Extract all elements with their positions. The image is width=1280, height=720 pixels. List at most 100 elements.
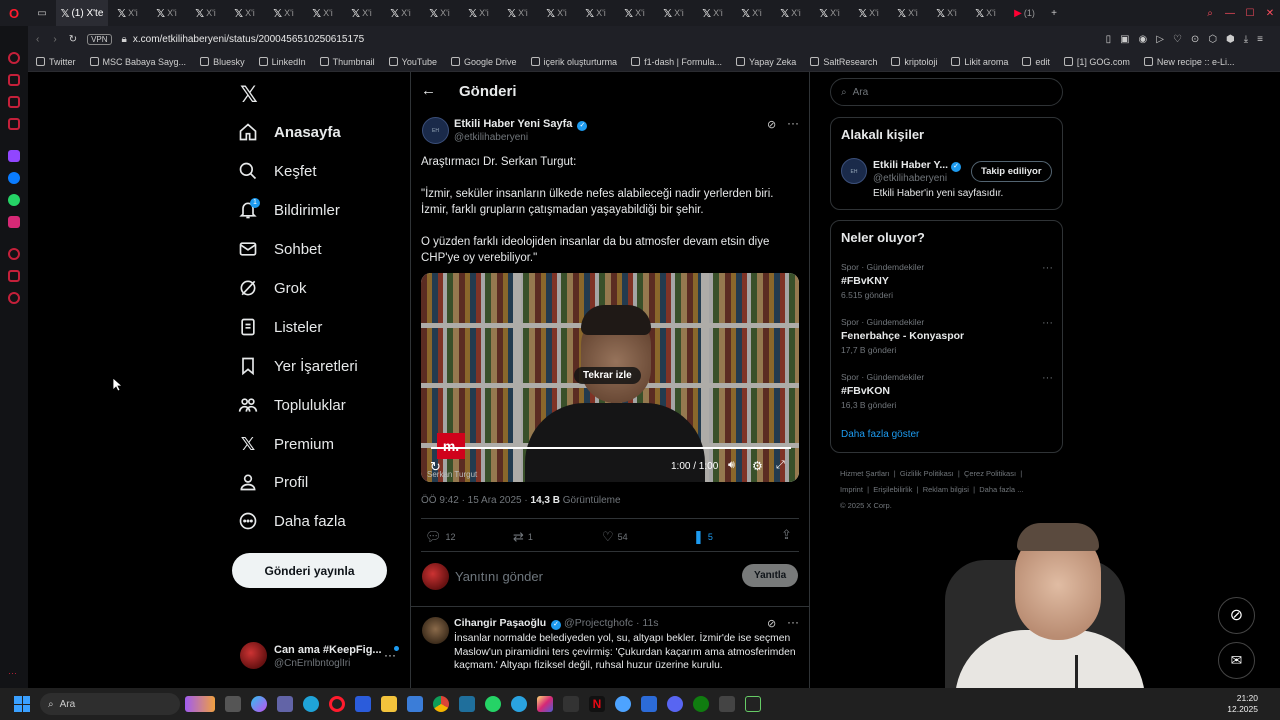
taskbar-search[interactable]: ⌕ Ara: [40, 693, 180, 715]
grok-explain-icon[interactable]: ⊘: [767, 118, 776, 131]
discord-icon[interactable]: [667, 696, 683, 712]
trend-item[interactable]: Spor · Gündemdekiler #FBvKNY 6.515 gönde…: [841, 262, 1053, 300]
browser-tab[interactable]: 𝕏 X'i: [264, 0, 303, 26]
bookmark-item[interactable]: içerik oluşturturma: [530, 57, 617, 67]
bookmark-item[interactable]: New recipe :: e-Li...: [1143, 57, 1234, 67]
browser-tab-active[interactable]: 𝕏 (1) X'te: [56, 0, 108, 26]
bookmark-item[interactable]: Likit aroma: [951, 57, 1008, 67]
footer-link[interactable]: Daha fazla ...: [979, 485, 1023, 494]
browser-tab[interactable]: 𝕏 X'i: [303, 0, 342, 26]
instagram-icon[interactable]: [8, 216, 20, 228]
show-more-link[interactable]: Daha fazla göster: [841, 429, 919, 440]
author-avatar[interactable]: EH: [422, 117, 449, 144]
opera-icon[interactable]: [329, 696, 345, 712]
back-arrow-icon[interactable]: ←: [421, 82, 436, 99]
teams-icon[interactable]: [277, 696, 293, 712]
taskbar-app-icon[interactable]: [745, 696, 761, 712]
url-field[interactable]: x.com/etkilihaberyeni/status/20004565102…: [133, 34, 364, 45]
reply-button[interactable]: Yanıtla: [742, 564, 799, 587]
post-timestamp[interactable]: ÖÖ 9:42 · 15 Ara 2025 ·: [421, 495, 531, 506]
reply-more-icon[interactable]: ···: [787, 615, 799, 629]
browser-tab[interactable]: 𝕏 X'i: [966, 0, 1005, 26]
browser-tab-youtube[interactable]: ▶ (1): [1005, 0, 1044, 26]
browser-tab[interactable]: 𝕏 X'i: [420, 0, 459, 26]
x-logo-icon[interactable]: 𝕏: [240, 82, 258, 108]
sidebar-icon[interactable]: [8, 248, 20, 260]
opera-logo-icon[interactable]: O: [0, 0, 28, 26]
repost-count-button[interactable]: ⇄ 1: [513, 529, 533, 545]
browser-tab[interactable]: 𝕏 X'i: [537, 0, 576, 26]
forward-icon[interactable]: ›: [53, 34, 56, 45]
history-icon[interactable]: [8, 292, 20, 304]
trend-item[interactable]: Spor · Gündemdekiler #FBvKON 16,3 B gönd…: [841, 372, 1053, 410]
author-name[interactable]: Etkili Haber Yeni Sayfa ✓: [454, 118, 588, 131]
bookmark-item[interactable]: Thumbnail: [319, 57, 375, 67]
browser-tab[interactable]: 𝕏 X'i: [498, 0, 537, 26]
browser-tab[interactable]: 𝕏 X'i: [186, 0, 225, 26]
bookmark-item[interactable]: [1] GOG.com: [1063, 57, 1130, 67]
nav-lists[interactable]: Listeler: [238, 317, 322, 337]
author-handle[interactable]: @etkilihaberyeni: [454, 132, 528, 143]
tab-menu-icon[interactable]: ▭: [28, 0, 56, 26]
post-more-icon[interactable]: ···: [787, 116, 799, 130]
vpn-badge[interactable]: VPN: [87, 33, 112, 45]
footer-link[interactable]: Reklam bilgisi: [923, 485, 969, 494]
taskbar-app-icon[interactable]: [719, 696, 735, 712]
footer-link[interactable]: Erişilebilirlik: [873, 485, 912, 494]
epic-games-icon[interactable]: [563, 696, 579, 712]
volume-icon[interactable]: 🔊︎: [728, 459, 735, 472]
nav-grok[interactable]: Grok: [238, 278, 307, 298]
reply-count-button[interactable]: 💬︎ 12: [425, 529, 456, 545]
trend-more-icon[interactable]: ···: [1042, 372, 1053, 384]
edge-icon[interactable]: [303, 696, 319, 712]
browser-tab[interactable]: 𝕏 X'i: [888, 0, 927, 26]
browser-tab[interactable]: 𝕏 X'i: [108, 0, 147, 26]
minimize-icon[interactable]: —: [1220, 0, 1240, 26]
nav-communities[interactable]: Topluluklar: [238, 395, 346, 415]
footer-link[interactable]: Hizmet Şartları: [840, 469, 890, 478]
video-player[interactable]: Tekrar izle m. Serkan Turgut ↻ 1:00 / 1:…: [421, 273, 799, 482]
video-progress-bar[interactable]: [431, 447, 791, 449]
chrome-icon[interactable]: [433, 696, 449, 712]
netflix-icon[interactable]: N: [589, 696, 605, 712]
sidebar-icon[interactable]: [8, 118, 20, 130]
taskbar-app-icon[interactable]: [641, 696, 657, 712]
bookmark-item[interactable]: edit: [1022, 57, 1050, 67]
browser-tab[interactable]: 𝕏 X'i: [810, 0, 849, 26]
search-input[interactable]: ⌕ Ara: [830, 78, 1063, 106]
browser-tab[interactable]: 𝕏 X'i: [225, 0, 264, 26]
bookmark-item[interactable]: Twitter: [36, 57, 76, 67]
trend-more-icon[interactable]: ···: [1042, 262, 1053, 274]
taskbar-app-icon[interactable]: [615, 696, 631, 712]
replay-button[interactable]: Tekrar izle: [574, 367, 641, 384]
taskbar-app-icon[interactable]: [355, 696, 371, 712]
sidebar-icon[interactable]: [8, 270, 20, 282]
sidebar-icon[interactable]: [8, 52, 20, 64]
whatsapp-icon[interactable]: [485, 696, 501, 712]
reply-author-name[interactable]: Cihangir Paşaoğlu ✓ @Projectghofc · 11s: [454, 617, 659, 630]
browser-tab[interactable]: 𝕏 X'i: [927, 0, 966, 26]
browser-tab[interactable]: 𝕏 X'i: [459, 0, 498, 26]
bookmark-item[interactable]: f1-dash | Formula...: [631, 57, 722, 67]
bookmark-item[interactable]: kriptoloji: [891, 57, 937, 67]
taskbar-app-icon[interactable]: [459, 696, 475, 712]
bookmark-item[interactable]: Yapay Zeka: [735, 57, 796, 67]
clock[interactable]: 21:20 12.2025: [1227, 693, 1258, 715]
grok-float-button[interactable]: ⊘: [1218, 597, 1255, 634]
follow-button[interactable]: Takip ediliyor: [971, 161, 1052, 182]
toolbar-icons[interactable]: ▯▣◉▷♡⊙⬡⬢⤓≡: [1106, 34, 1272, 45]
whatsapp-icon[interactable]: [8, 194, 20, 206]
reply-input[interactable]: Yanıtını gönder: [455, 569, 543, 584]
footer-link[interactable]: Çerez Politikası: [964, 469, 1016, 478]
trend-item[interactable]: Spor · Gündemdekiler Fenerbahçe - Konyas…: [841, 317, 1053, 355]
browser-tab[interactable]: 𝕏 X'i: [147, 0, 186, 26]
messenger-icon[interactable]: [8, 172, 20, 184]
browser-tab[interactable]: 𝕏 X'i: [381, 0, 420, 26]
bookmark-item[interactable]: LinkedIn: [258, 57, 306, 67]
taskbar-app-icon[interactable]: [225, 696, 241, 712]
browser-tab[interactable]: 𝕏 X'i: [576, 0, 615, 26]
bookmark-item[interactable]: YouTube: [388, 57, 437, 67]
nav-chat[interactable]: Sohbet: [238, 239, 322, 259]
nav-more[interactable]: Daha fazla: [238, 511, 346, 531]
xbox-icon[interactable]: [693, 696, 709, 712]
